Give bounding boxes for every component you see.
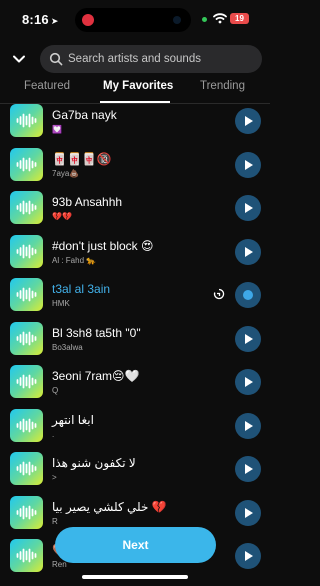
waveform-icon [16,287,37,302]
sound-list-inner: Ga7ba nayk 💟 🀄🀄🀄🔞 7aya💩 93b Ansahhh 💔💔 #don't … [0,104,270,579]
play-icon [245,159,253,170]
play-button[interactable] [235,325,261,352]
sound-title: Ga7ba nayk [52,108,117,122]
sound-row[interactable]: t3al al 3ain HMK [0,274,270,318]
play-button[interactable] [235,499,261,526]
sound-title: t3al al 3ain [52,282,111,296]
sound-title: ابغا انتهر [52,412,94,427]
sound-artist: HMK [52,299,70,308]
search-icon [49,52,63,66]
play-icon [245,377,253,387]
sound-row[interactable]: لا تكفون شنو هذا > [0,448,270,492]
sound-row[interactable]: 3eoni 7ram😔🤍 Q [0,361,270,405]
search-input[interactable] [68,45,256,73]
sound-row[interactable]: ابغا انتهر. [0,405,270,449]
battery-icon: 19 [230,13,249,24]
play-icon [245,333,253,344]
next-button[interactable]: Next [55,527,216,563]
waveform-icon [16,505,37,519]
search-box[interactable] [40,45,262,73]
search-row [0,45,270,73]
waveform-icon [16,244,37,258]
sound-title: 93b Ansahhh [52,195,123,209]
play-button[interactable] [235,108,261,134]
play-icon [245,507,253,518]
sound-artist: R [52,516,58,526]
tab-trending[interactable]: Trending [200,80,245,92]
play-button[interactable] [235,543,261,569]
waveform-icon [16,113,37,128]
sound-thumbnail [10,191,43,224]
home-indicator [82,575,188,579]
tab-featured[interactable]: Featured [24,80,70,92]
play-button[interactable] [235,151,261,178]
sound-artist: > [52,473,57,482]
play-icon [245,116,253,126]
tab-my-favorites[interactable]: My Favorites [103,80,173,92]
sound-thumbnail [10,234,43,268]
signal-dot-icon [202,17,207,22]
play-icon [245,246,253,257]
play-icon [245,464,253,474]
sound-artist: 💟 [52,125,62,134]
play-icon [245,551,253,561]
sound-title: #don't just block 😍 [52,238,154,253]
waveform-icon [16,461,37,476]
play-button[interactable] [235,238,261,265]
tab-bar: Featured My Favorites Trending [0,76,270,104]
waveform-icon [16,548,37,563]
play-button[interactable] [235,456,261,482]
sound-row[interactable]: 93b Ansahhh 💔💔 [0,187,270,231]
sound-thumbnail [10,452,43,485]
waveform-icon [16,157,37,171]
camera-icon [173,16,181,24]
playing-indicator-icon [243,290,253,300]
play-button[interactable] [235,282,261,308]
sound-row[interactable]: Bl 3sh8 ta5th "0" Bo3alwa [0,318,270,362]
sound-row[interactable]: #don't just block 😍 Al : Fahd 🐆 [0,231,270,275]
sound-row[interactable]: 🀄🀄🀄🔞 7aya💩 [0,144,270,188]
sound-title: لا تكفون شنو هذا [52,456,136,470]
play-button[interactable] [235,195,261,221]
sound-title: 3eoni 7ram😔🤍 [52,369,140,383]
clock-text: 8:16 [22,12,49,27]
sound-title: Bl 3sh8 ta5th "0" [52,325,141,340]
sound-artist: Al : Fahd 🐆 [52,255,97,265]
wifi-icon [213,13,227,24]
sound-thumbnail [10,539,43,572]
status-time: 8:16 ➤ [22,12,59,27]
play-button[interactable] [235,369,261,395]
chevron-down-icon[interactable] [12,52,26,66]
sound-title: 🀄🀄🀄🔞 [52,151,112,166]
waveform-icon [16,200,37,215]
waveform-icon [16,418,37,432]
play-icon [245,420,253,431]
sound-thumbnail [10,495,43,529]
sound-artist: Bo3alwa [52,342,83,352]
sound-artist: 💔💔 [52,212,72,221]
sound-artist: Q [52,386,59,395]
play-icon [245,203,253,213]
waveform-icon [16,331,37,345]
sound-title: خلي كلشي يصير بيا 💔 [52,499,167,514]
location-arrow-icon: ➤ [50,16,59,26]
sound-row[interactable]: Ga7ba nayk 💟 [0,104,270,144]
sound-artist: 7aya💩 [52,168,80,178]
sound-thumbnail [10,408,43,442]
status-bar: 8:16 ➤ 19 [0,0,270,40]
sound-thumbnail [10,321,43,355]
dynamic-island [75,8,191,32]
recording-indicator-icon [82,14,94,26]
sound-thumbnail [10,104,43,137]
sound-thumbnail [10,278,43,311]
sound-thumbnail [10,365,43,398]
play-button[interactable] [235,412,261,439]
waveform-icon [16,374,37,389]
sound-thumbnail [10,147,43,181]
sound-artist: . [52,429,55,439]
sound-list[interactable]: Ga7ba nayk 💟 🀄🀄🀄🔞 7aya💩 93b Ansahhh 💔💔 #don't … [0,104,270,586]
trim-sound-icon[interactable] [213,288,225,300]
